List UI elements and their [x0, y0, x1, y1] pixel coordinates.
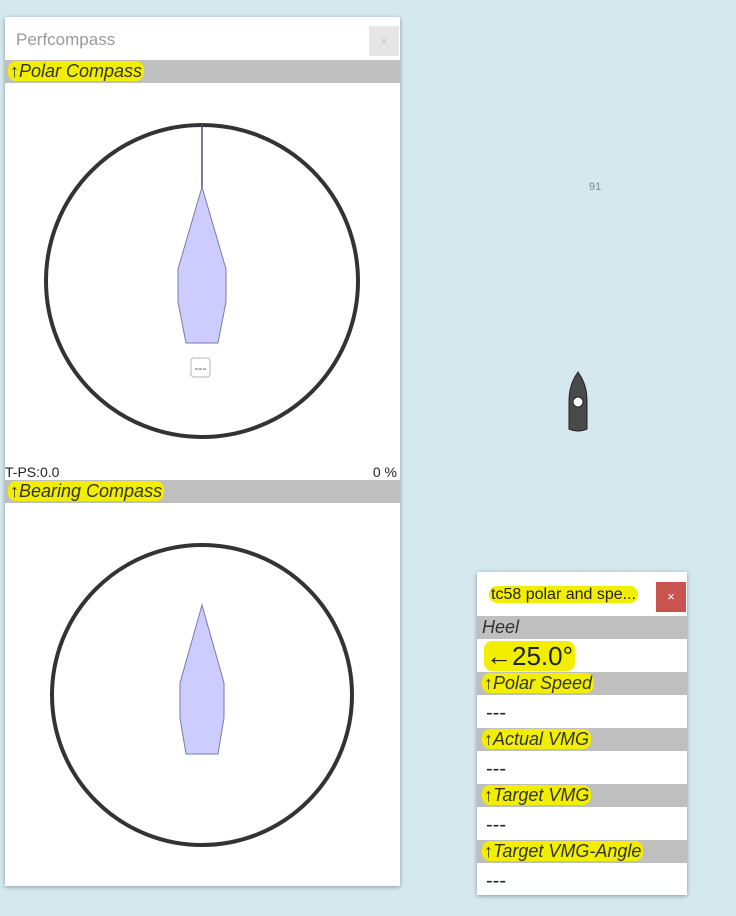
actual-vmg-value: ---: [486, 758, 506, 780]
bearing-compass-header[interactable]: ↑Bearing Compass: [5, 480, 400, 503]
tc58-panel: tc58 polar and spe... × Heel ←25.0° ↑Pol…: [477, 572, 687, 895]
map-depth-label: 91: [589, 181, 602, 193]
boat-icon[interactable]: [567, 371, 589, 433]
actual-vmg-label: ↑Actual VMG: [482, 729, 592, 749]
target-vmg-label: ↑Target VMG: [482, 785, 592, 805]
panel-title: tc58 polar and spe...: [489, 586, 638, 603]
polar-compass: ---: [44, 123, 360, 439]
heel-header[interactable]: Heel: [477, 616, 687, 639]
boat-bearing-shape: [179, 603, 225, 755]
perfcompass-panel: Perfcompass × ↑Polar Compass --- T-PS:0.…: [5, 17, 400, 886]
target-vmg-angle-value: ---: [486, 870, 506, 892]
polar-speed-value: ---: [486, 702, 506, 724]
tps-readout: T-PS:0.0: [5, 464, 60, 480]
boat-polar-shape: [177, 185, 227, 344]
target-vmg-header[interactable]: ↑Target VMG: [477, 784, 687, 807]
target-vmg-value: ---: [486, 814, 506, 836]
close-button[interactable]: ×: [656, 582, 686, 612]
target-vmg-angle-label: ↑Target VMG-Angle: [482, 841, 644, 861]
center-value: ---: [195, 361, 207, 375]
heel-value: ←25.0°: [484, 641, 576, 671]
perfcompass-titlebar[interactable]: Perfcompass ×: [5, 17, 400, 60]
panel-title: Perfcompass: [16, 30, 116, 49]
polar-speed-header[interactable]: ↑Polar Speed: [477, 672, 687, 695]
heel-label: Heel: [482, 617, 520, 637]
percent-readout: 0 %: [372, 464, 397, 480]
polar-speed-label: ↑Polar Speed: [482, 673, 595, 693]
bearing-compass-label: ↑Bearing Compass: [8, 481, 165, 501]
close-button[interactable]: ×: [369, 26, 399, 56]
polar-compass-label: ↑Polar Compass: [8, 61, 145, 81]
target-vmg-angle-header[interactable]: ↑Target VMG-Angle: [477, 840, 687, 863]
actual-vmg-header[interactable]: ↑Actual VMG: [477, 728, 687, 751]
polar-compass-header[interactable]: ↑Polar Compass: [5, 60, 400, 83]
tc58-titlebar[interactable]: tc58 polar and spe... ×: [477, 572, 687, 616]
bearing-compass: [50, 543, 354, 847]
